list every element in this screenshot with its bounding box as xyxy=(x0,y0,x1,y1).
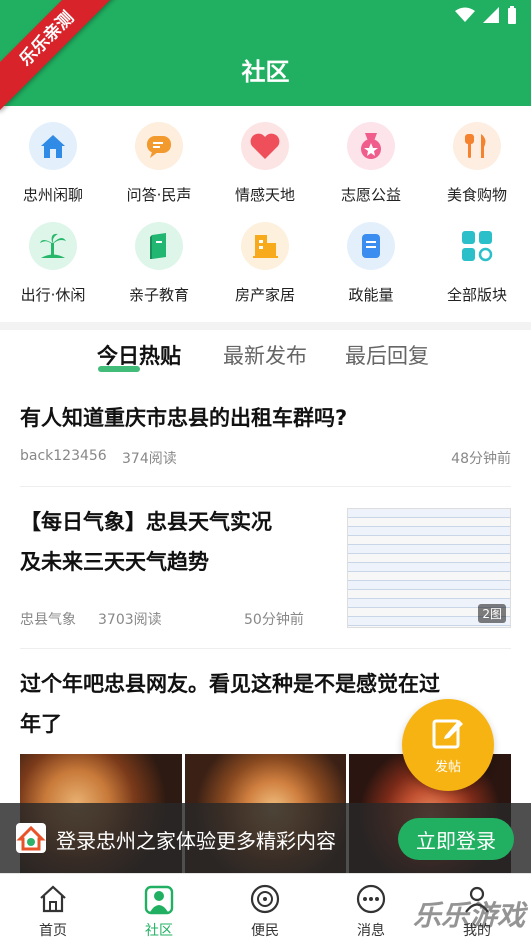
medal-icon xyxy=(347,122,395,170)
category-label: 全部版块 xyxy=(446,286,507,304)
post-reads: 3703阅读 xyxy=(98,612,162,628)
post-divider xyxy=(20,648,511,649)
feed-tabs: 今日热贴 最新发布 最后回复 xyxy=(0,340,531,376)
category-label: 问答·民声 xyxy=(126,186,192,204)
nav-label: 首页 xyxy=(39,923,67,939)
home-outline-icon xyxy=(36,882,70,916)
page-title: 社区 xyxy=(241,58,290,86)
nav-messages[interactable]: 消息 xyxy=(318,874,424,945)
home-icon xyxy=(29,122,77,170)
image-count-badge: 2图 xyxy=(478,604,506,623)
signal-icon xyxy=(483,7,499,23)
nav-community[interactable]: 社区 xyxy=(106,874,212,945)
book-icon xyxy=(135,222,183,270)
category-item[interactable]: 全部版块 xyxy=(424,222,530,305)
post-title-line1[interactable]: 过个年吧忠县网友。看见这种是不是感觉在过 xyxy=(20,664,440,704)
post-title-line2[interactable]: 及未来三天天气趋势 xyxy=(20,542,209,582)
new-post-button[interactable]: 发帖 xyxy=(402,699,494,791)
category-item[interactable]: 出行·休闲 xyxy=(0,222,106,305)
category-label: 房产家居 xyxy=(234,286,295,304)
login-button[interactable]: 立即登录 xyxy=(398,818,514,860)
grid-icon xyxy=(453,222,501,270)
nav-home[interactable]: 首页 xyxy=(0,874,106,945)
category-item[interactable]: 政能量 xyxy=(318,222,424,305)
document-icon xyxy=(347,222,395,270)
post-title-line2[interactable]: 年了 xyxy=(20,704,62,744)
post-time: 50分钟前 xyxy=(244,612,304,628)
category-item[interactable]: 忠州闲聊 xyxy=(0,122,106,205)
login-prompt-bar: 登录忠州之家体验更多精彩内容 立即登录 xyxy=(0,803,531,873)
tab-last-reply[interactable]: 最后回复 xyxy=(345,340,429,370)
watermark: 乐乐游戏 xyxy=(412,899,525,932)
message-icon xyxy=(354,882,388,916)
chat-icon xyxy=(135,122,183,170)
battery-icon xyxy=(508,6,516,24)
app-logo xyxy=(16,823,46,853)
palm-tree-icon xyxy=(29,222,77,270)
post-title[interactable]: 有人知道重庆市忠县的出租车群吗? xyxy=(20,398,347,438)
nav-label: 消息 xyxy=(357,923,385,939)
post-time: 48分钟前 xyxy=(451,451,511,467)
category-item[interactable]: 亲子教育 xyxy=(106,222,212,305)
category-label: 美食购物 xyxy=(446,186,507,204)
category-label: 情感天地 xyxy=(234,186,295,204)
category-label: 亲子教育 xyxy=(128,286,189,304)
post-title-line1[interactable]: 【每日气象】忠县天气实况 xyxy=(20,502,272,542)
category-item[interactable]: 情感天地 xyxy=(212,122,318,205)
section-divider xyxy=(0,322,531,330)
wifi-icon xyxy=(455,7,475,22)
nav-convenience[interactable]: 便民 xyxy=(212,874,318,945)
tab-today-hot[interactable]: 今日热贴 xyxy=(97,340,181,370)
category-label: 政能量 xyxy=(348,286,394,304)
community-icon xyxy=(142,882,176,916)
category-item[interactable]: 志愿公益 xyxy=(318,122,424,205)
disc-icon xyxy=(248,882,282,916)
tab-latest[interactable]: 最新发布 xyxy=(223,340,307,370)
category-label: 忠州闲聊 xyxy=(22,186,83,204)
building-icon xyxy=(241,222,289,270)
cutlery-icon xyxy=(453,122,501,170)
login-prompt-text: 登录忠州之家体验更多精彩内容 xyxy=(56,829,336,853)
post-reads: 374阅读 xyxy=(122,451,177,467)
heart-icon xyxy=(241,122,289,170)
category-grid: 忠州闲聊 问答·民声 情感天地 志愿公益 美食购物 出行·休闲 亲子教育 房产家… xyxy=(0,106,531,322)
category-item[interactable]: 房产家居 xyxy=(212,222,318,305)
category-item[interactable]: 美食购物 xyxy=(424,122,530,205)
category-label: 志愿公益 xyxy=(340,186,401,204)
nav-label: 社区 xyxy=(145,923,173,939)
post-thumbnail[interactable]: 2图 xyxy=(347,508,511,628)
post-author[interactable]: 忠县气象 xyxy=(20,609,76,629)
edit-icon xyxy=(432,719,463,748)
nav-label: 便民 xyxy=(251,923,279,939)
category-item[interactable]: 问答·民声 xyxy=(106,122,212,205)
post-author[interactable]: back123456 xyxy=(20,448,107,464)
new-post-label: 发帖 xyxy=(434,759,461,775)
category-label: 出行·休闲 xyxy=(20,286,86,304)
status-bar xyxy=(455,6,517,24)
post-divider xyxy=(20,486,511,487)
